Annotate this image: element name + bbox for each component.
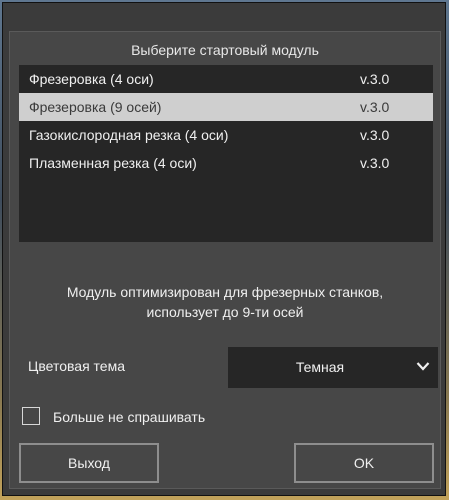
- chevron-down-icon: [416, 362, 430, 371]
- module-name: Газокислородная резка (4 оси): [29, 127, 229, 143]
- dialog-panel: Выберите стартовый модуль Фрезеровка (4 …: [9, 31, 441, 489]
- module-version: v.3.0: [360, 71, 390, 87]
- list-item-selected[interactable]: Фрезеровка (9 осей) v.3.0: [19, 93, 433, 121]
- module-name: Фрезеровка (9 осей): [29, 99, 162, 115]
- module-version: v.3.0: [360, 99, 390, 115]
- dialog-window: Выберите стартовый модуль Фрезеровка (4 …: [2, 2, 446, 496]
- theme-label: Цветовая тема: [28, 358, 125, 374]
- module-version: v.3.0: [360, 127, 390, 143]
- module-description: Модуль оптимизирован для фрезерных станк…: [10, 282, 440, 322]
- module-list[interactable]: Фрезеровка (4 оси) v.3.0 Фрезеровка (9 о…: [19, 65, 433, 242]
- ok-button[interactable]: OK: [294, 443, 434, 483]
- module-name: Плазменная резка (4 оси): [29, 155, 197, 171]
- exit-button[interactable]: Выход: [19, 443, 159, 483]
- description-line-1: Модуль оптимизирован для фрезерных станк…: [66, 284, 384, 300]
- module-version: v.3.0: [360, 155, 390, 171]
- list-item[interactable]: Плазменная резка (4 оси) v.3.0: [19, 149, 433, 177]
- theme-select[interactable]: Темная: [228, 347, 438, 388]
- dont-ask-label: Больше не спрашивать: [53, 409, 206, 425]
- list-item[interactable]: Газокислородная резка (4 оси) v.3.0: [19, 121, 433, 149]
- module-name: Фрезеровка (4 оси): [29, 71, 154, 87]
- theme-select-value: Темная: [295, 359, 345, 375]
- description-line-2: использует до 9-ти осей: [146, 304, 304, 320]
- dialog-title: Выберите стартовый модуль: [131, 42, 319, 58]
- dont-ask-checkbox[interactable]: [22, 407, 40, 425]
- list-item[interactable]: Фрезеровка (4 оси) v.3.0: [19, 65, 433, 93]
